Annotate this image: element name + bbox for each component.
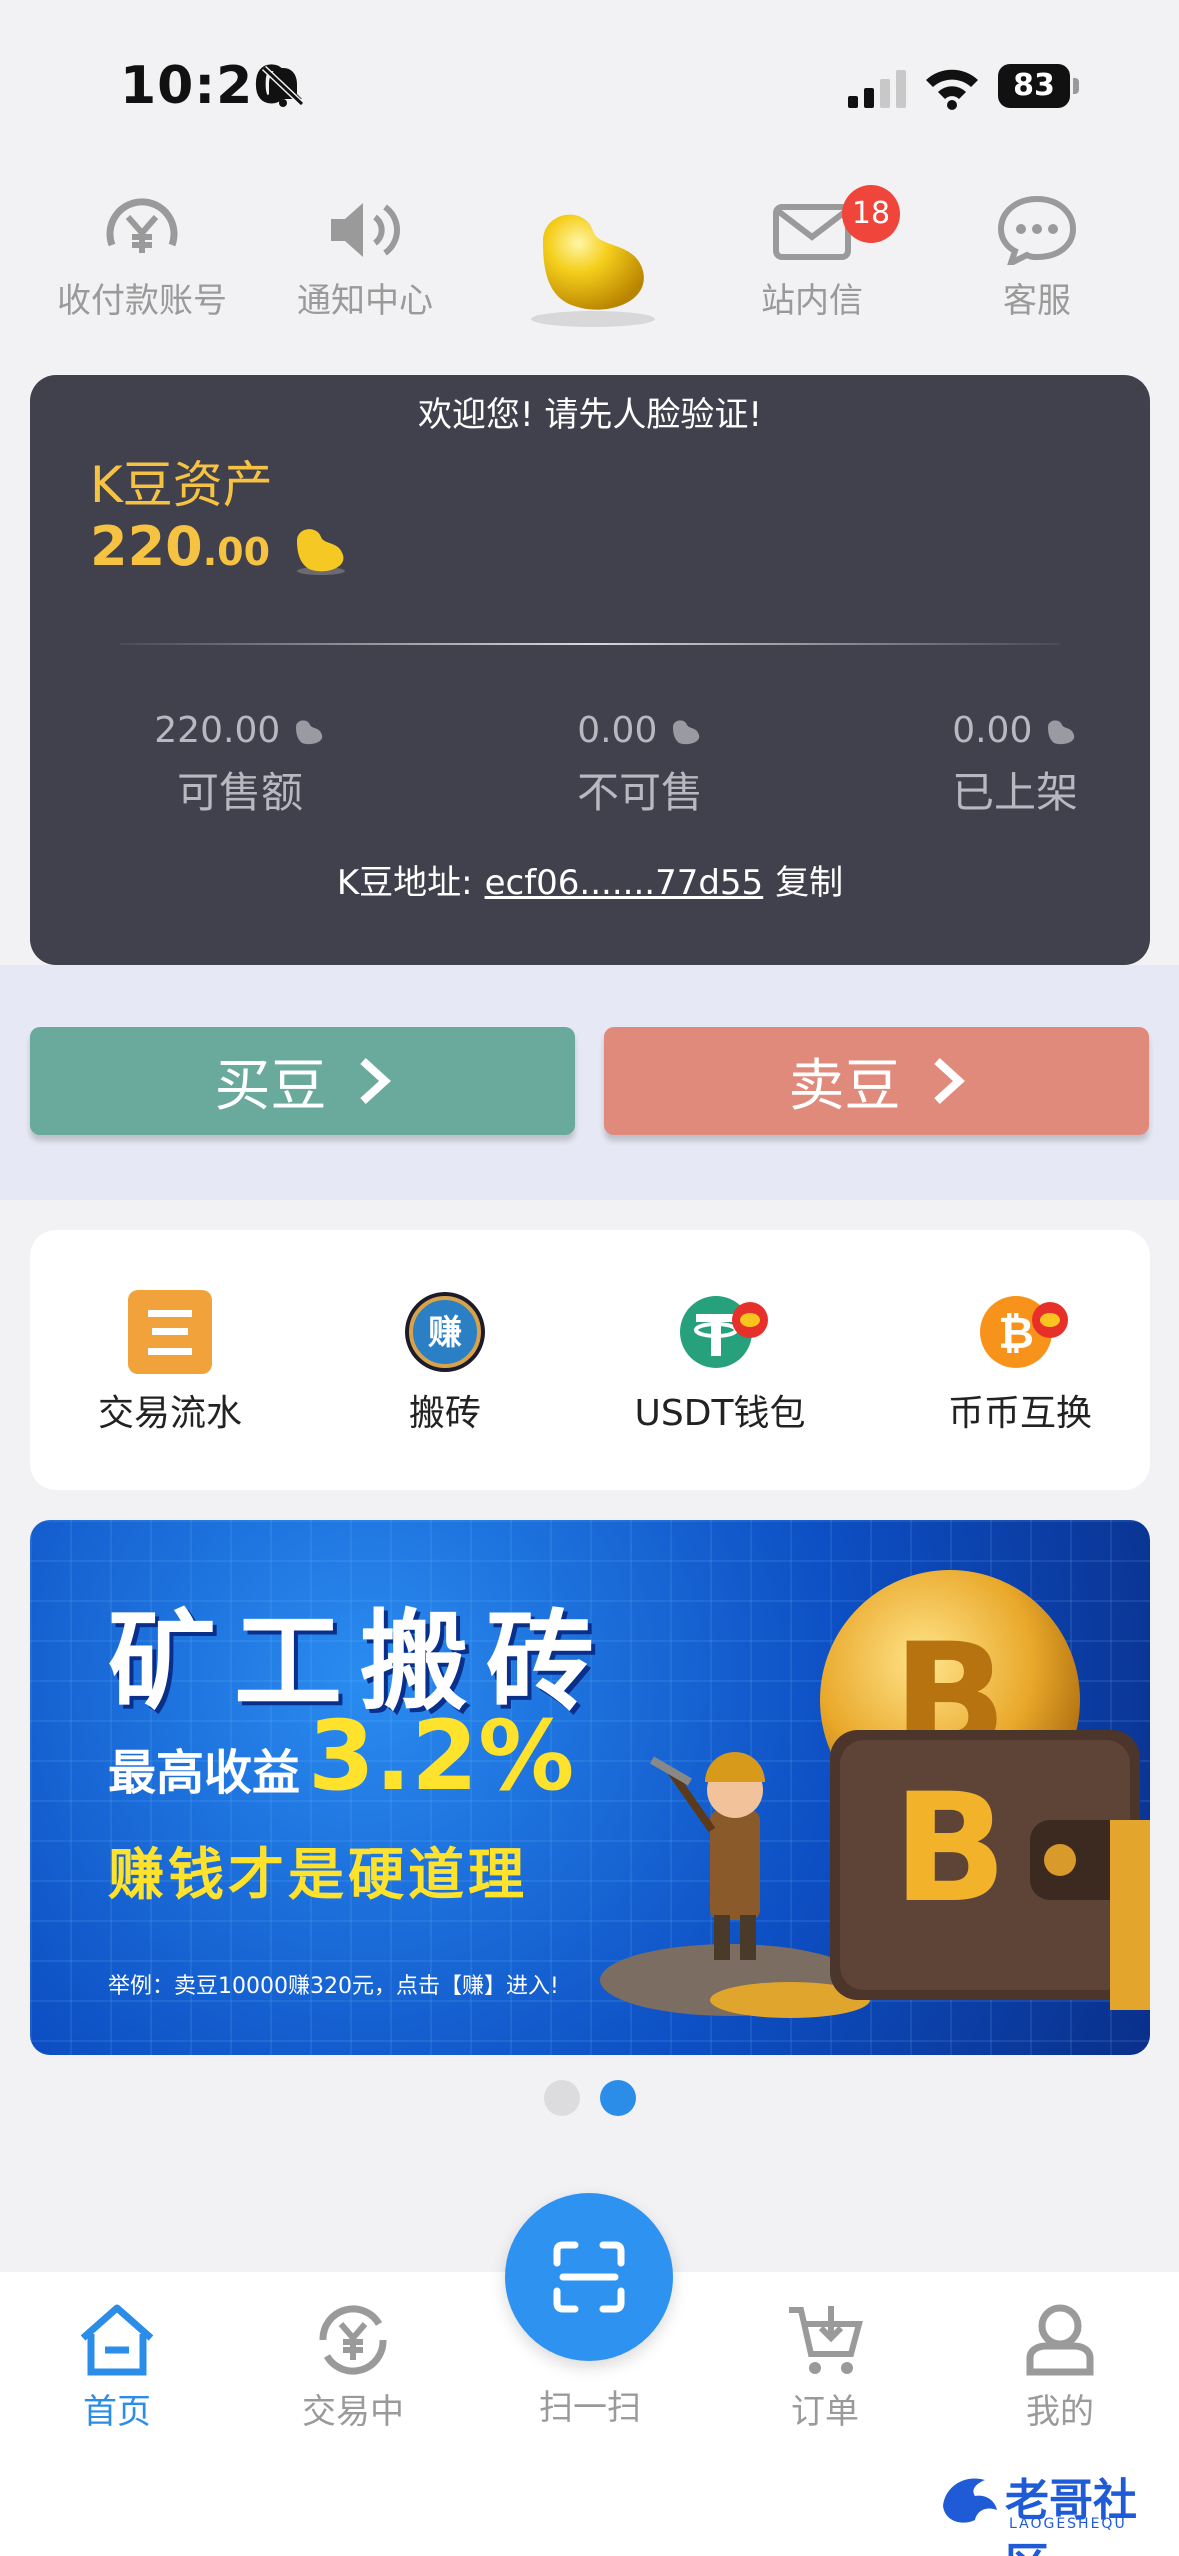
banner-subtitle-prefix: 最高收益 [108,1745,301,1801]
bean-address: K豆地址: ecf06.......77d55 复制 [30,855,1150,904]
tab-label: 首页 [83,2392,151,2432]
stat-value: 0.00 [952,710,1033,751]
stat-unsellable: 0.00 不可售 [490,710,790,820]
yuan-cycle-icon [319,2305,387,2375]
speaker-icon [331,203,400,257]
asset-amount-integer: 220 [90,515,203,578]
nav-label: 客服 [1003,281,1071,321]
dragon-logo-icon [943,2478,997,2523]
mail-icon [773,204,851,260]
asset-card: 欢迎您! 请先人脸验证! K豆资产 220.00 220.00 可售额 0.00… [30,375,1150,965]
nav-gold-bean[interactable] [490,201,690,339]
bean-icon [672,720,699,745]
watermark-title: 老哥社区 [1005,2475,1137,2556]
tab-label: 我的 [1026,2392,1094,2432]
scan-label: 扫一扫 [539,2388,641,2428]
earn-icon-text: 赚 [428,1313,462,1353]
cart-icon [789,2306,863,2374]
quick-action-usdt-wallet[interactable]: USDT钱包 [600,1290,840,1436]
quick-action-coin-swap[interactable]: ₿ 币币互换 [900,1290,1140,1436]
stat-label: 已上架 [951,768,1078,817]
banner-subtitle: 最高收益3.2% [108,1700,574,1812]
address-label: K豆地址: [336,863,473,903]
trade-section: 买豆 卖豆 [0,965,1179,1200]
ledger-icon [128,1290,212,1374]
quick-action-label: 交易流水 [97,1393,242,1434]
carousel-dot[interactable] [543,2080,580,2116]
scan-button[interactable] [505,2193,673,2361]
copy-button[interactable]: 复制 [775,863,843,903]
tab-trading[interactable]: 交易中 [253,2302,453,2433]
quick-action-earn[interactable]: 赚 搬砖 [325,1290,565,1436]
bitcoin-swap-icon: ₿ [978,1290,1068,1374]
wifi-icon [926,69,978,110]
nav-label: 收付款账号 [57,281,227,321]
stat-label: 可售额 [176,768,303,817]
promo-banner[interactable]: 矿工搬砖 最高收益3.2% 赚钱才是硬道理 举例：卖豆10000赚320元，点击… [30,1520,1150,2055]
bean-icon [1047,720,1074,745]
nav-payment-accounts[interactable]: 收付款账号 [42,195,242,322]
signal-icon [848,70,906,108]
miner-bitcoin-wallet-illustration: B B [600,1570,1150,2018]
buy-label: 买豆 [214,1053,327,1119]
tab-label: 订单 [791,2392,859,2432]
gold-bean-icon [296,529,345,576]
banner-footnote: 举例：卖豆10000赚320元，点击【赚】进入! [108,1974,559,1999]
status-bar: 10:20 83 [0,0,1179,170]
stat-label: 不可售 [576,768,703,817]
tab-home[interactable]: 首页 [17,2302,217,2433]
bell-off-icon [261,65,305,107]
sell-label: 卖豆 [788,1053,901,1119]
asset-amount-decimal: .00 [202,530,271,574]
banner-slogan: 赚钱才是硬道理 [108,1843,528,1908]
address-value[interactable]: ecf06.......77d55 [485,863,764,903]
watermark-subtitle: LAOGESHEQU [1009,2516,1127,2532]
asset-amount: 220.00 [90,515,349,578]
asset-title: K豆资产 [90,456,273,514]
sell-bean-button[interactable]: 卖豆 [604,1027,1149,1135]
top-nav: 收付款账号 通知中心 站内信 18 客服 [0,185,1179,345]
unread-badge: 18 [842,185,900,243]
welcome-message[interactable]: 欢迎您! 请先人脸验证! [30,387,1150,436]
bean-icon [295,720,322,745]
nav-customer-service[interactable]: 客服 [937,195,1137,322]
yuan-circle-icon [106,198,178,253]
tab-orders[interactable]: 订单 [725,2302,925,2433]
nav-notification-center[interactable]: 通知中心 [265,195,465,322]
quick-action-transactions[interactable]: 交易流水 [50,1290,290,1436]
carousel-indicator [0,2080,1179,2120]
stat-value: 0.00 [577,710,658,751]
nav-label: 站内信 [761,281,863,321]
battery-level: 83 [998,64,1070,108]
chevron-right-icon [933,1058,965,1104]
nav-inbox[interactable]: 站内信 18 [712,185,912,322]
gold-bean-icon [531,214,655,327]
svg-text:B: B [893,1762,1007,1936]
tab-mine[interactable]: 我的 [960,2302,1160,2433]
divider [120,643,1060,645]
stat-sellable: 220.00 可售额 [90,710,390,820]
chat-bubble-icon [997,195,1077,265]
watermark-logo: 老哥社区 LAOGESHEQU [935,2460,1175,2556]
carousel-dot-active[interactable] [599,2080,636,2116]
quick-action-label: USDT钱包 [634,1393,806,1434]
earn-coin-icon: 赚 [403,1290,487,1374]
chevron-right-icon [359,1058,391,1104]
banner-percent: 3.2% [308,1700,575,1812]
quick-action-label: 搬砖 [408,1393,481,1434]
tether-icon [678,1290,768,1374]
battery-indicator: 83 [998,64,1079,108]
stat-value: 220.00 [154,710,281,751]
svg-text:₿: ₿ [998,1308,1034,1359]
scan-icon [553,2241,625,2313]
quick-action-label: 币币互换 [947,1393,1092,1434]
user-icon [1026,2304,1094,2376]
home-icon [80,2304,154,2376]
stat-listed: 0.00 已上架 [865,710,1165,820]
buy-bean-button[interactable]: 买豆 [30,1027,575,1135]
nav-label: 通知中心 [297,281,433,321]
tab-label: 交易中 [302,2392,404,2432]
quick-actions: 交易流水 赚 搬砖 USDT钱包 ₿ 币币互换 [30,1230,1150,1490]
